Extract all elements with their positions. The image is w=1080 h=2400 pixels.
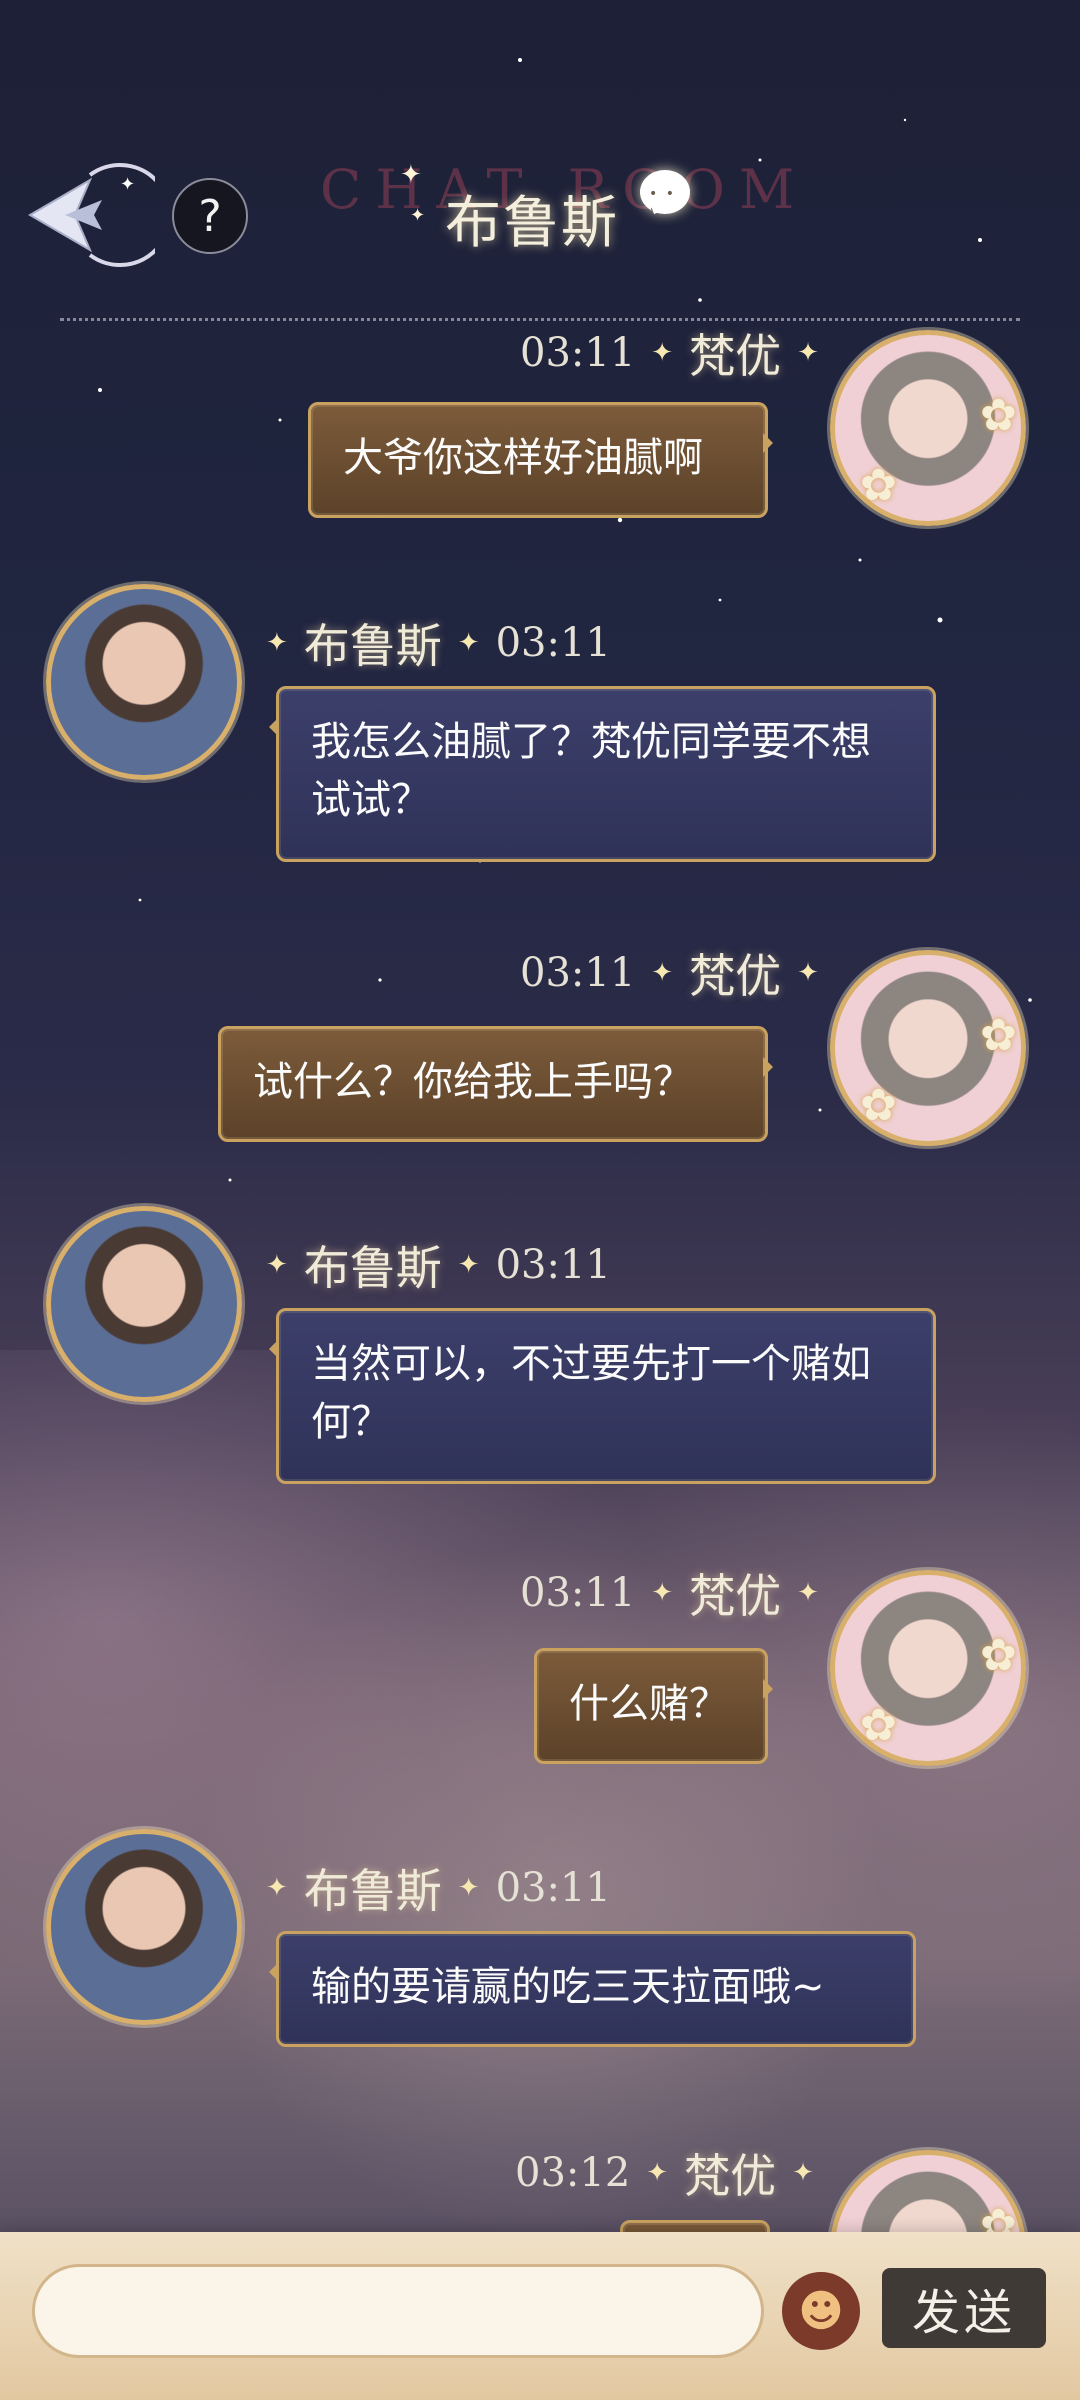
svg-text:✦: ✦ <box>120 174 135 195</box>
message-time: 03:11 <box>520 330 636 376</box>
message-time: 03:11 <box>520 1570 636 1616</box>
sparkle-icon: ✦ <box>457 1873 480 1903</box>
sparkle-icon: ✦ <box>651 958 674 988</box>
help-button[interactable]: ? <box>172 178 248 254</box>
back-button[interactable]: ✦ <box>20 160 172 270</box>
message-bubble[interactable]: 当然可以，不过要先打一个赌如何？ <box>269 1308 936 1484</box>
message-meta: ✦ 布鲁斯 ✦ 03:11 <box>266 1232 611 1298</box>
flower-icon: ✿ <box>980 390 1017 441</box>
input-bar: ☻ 发送 <box>0 2232 1080 2400</box>
sparkle-icon: ✦ <box>266 1250 288 1280</box>
back-arrow-icon: ✦ <box>28 163 172 267</box>
sparkle-icon: ✦ <box>266 628 288 658</box>
flower-icon: ✿ <box>860 1080 897 1131</box>
sender-name: 布鲁斯 <box>303 1241 442 1295</box>
top-bar: ✦ ? CHAT ROOM ✦ ✦ 布鲁斯 • • • <box>0 0 1080 321</box>
flower-icon: ✿ <box>860 460 897 511</box>
sparkle-icon: ✦ <box>792 2158 814 2188</box>
message-bubble[interactable]: 试什么？你给我上手吗？ <box>218 1026 773 1142</box>
flower-icon: ✿ <box>980 1630 1017 1681</box>
message-bubble[interactable]: 我怎么油腻了？梵优同学要不想试试？ <box>269 686 936 862</box>
sparkle-icon: ✦ <box>457 1250 480 1280</box>
sparkle-icon: ✦ <box>266 1873 288 1903</box>
sparkle-icon: ✦ <box>457 628 480 658</box>
message-time: 03:11 <box>495 1242 611 1288</box>
sender-name: 布鲁斯 <box>303 619 442 673</box>
chat-bubble-icon: • • • <box>640 170 690 218</box>
message-time: 03:11 <box>495 1865 611 1911</box>
avatar-bruce[interactable] <box>46 1829 242 2025</box>
sender-name: 梵优 <box>689 329 782 383</box>
sparkle-icon: ✦ <box>797 1578 819 1608</box>
message-meta: 03:12 ✦ 梵优 ✦ <box>515 2140 814 2206</box>
send-button[interactable]: 发送 <box>882 2268 1046 2348</box>
message-bubble[interactable]: 输的要请赢的吃三天拉面哦~ <box>269 1931 916 2047</box>
sender-name: 梵优 <box>689 1569 782 1623</box>
message-time: 03:12 <box>515 2150 631 2196</box>
sender-name: 梵优 <box>689 949 782 1003</box>
sparkle-icon: ✦ <box>400 160 422 190</box>
message-meta: 03:11 ✦ 梵优 ✦ <box>520 320 819 386</box>
sparkle-icon: ✦ <box>797 338 819 368</box>
sparkle-icon: ✦ <box>651 1578 674 1608</box>
sender-name: 布鲁斯 <box>303 1864 442 1918</box>
message-meta: ✦ 布鲁斯 ✦ 03:11 <box>266 610 611 676</box>
sparkle-icon: ✦ <box>646 2158 669 2188</box>
message-meta: ✦ 布鲁斯 ✦ 03:11 <box>266 1855 611 1921</box>
flower-icon: ✿ <box>860 1700 897 1751</box>
sparkle-icon: ✦ <box>797 958 819 988</box>
emoji-button[interactable]: ☻ <box>782 2272 860 2350</box>
sender-name: 梵优 <box>684 2149 777 2203</box>
chat-title: 布鲁斯 <box>445 191 619 256</box>
avatar-bruce[interactable] <box>46 584 242 780</box>
city-lights-background <box>0 1350 1080 2250</box>
message-meta: 03:11 ✦ 梵优 ✦ <box>520 1560 819 1626</box>
message-time: 03:11 <box>520 950 636 996</box>
message-input[interactable] <box>32 2264 764 2358</box>
flower-icon: ✿ <box>980 1010 1017 1061</box>
message-bubble[interactable]: 什么赌？ <box>534 1648 773 1764</box>
sparkle-icon: ✦ <box>410 205 426 226</box>
message-bubble[interactable]: 大爷你这样好油腻啊 <box>308 402 773 518</box>
sparkle-icon: ✦ <box>651 338 674 368</box>
message-meta: 03:11 ✦ 梵优 ✦ <box>520 940 819 1006</box>
message-time: 03:11 <box>495 620 611 666</box>
emoji-icon: ☻ <box>798 2285 844 2337</box>
avatar-bruce[interactable] <box>46 1206 242 1402</box>
help-icon: ? <box>198 190 222 242</box>
